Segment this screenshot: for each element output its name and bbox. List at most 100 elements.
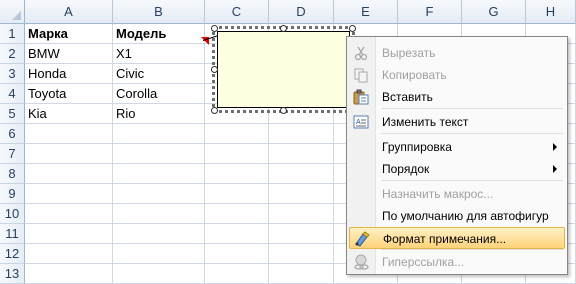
grid-cell[interactable] (113, 184, 205, 204)
cell-a1[interactable]: Марка (25, 24, 113, 44)
row-header-4[interactable]: 4 (0, 84, 25, 104)
svg-text:A: A (356, 119, 361, 126)
menu-item-hyperlink[interactable]: Гиперссылка... (349, 251, 565, 273)
row-header-10[interactable]: 10 (0, 204, 25, 224)
grid-cell[interactable] (269, 184, 334, 204)
grid-cell[interactable] (113, 144, 205, 164)
grid-cell[interactable] (25, 244, 113, 264)
resize-handle-top-left[interactable] (211, 25, 218, 32)
row-header-8[interactable]: 8 (0, 164, 25, 184)
grid-cell[interactable] (205, 124, 269, 144)
row-header-13[interactable]: 13 (0, 264, 25, 284)
menu-item-order[interactable]: Порядок (349, 158, 565, 180)
grid-cell[interactable] (205, 184, 269, 204)
grid-cell[interactable] (113, 164, 205, 184)
grid-cell[interactable] (269, 244, 334, 264)
cell-b5[interactable]: Rio (113, 104, 205, 124)
column-header-b[interactable]: B (113, 0, 205, 24)
row-header-9[interactable]: 9 (0, 184, 25, 204)
grid-cell[interactable] (25, 224, 113, 244)
menu-item-label: Вставить (382, 90, 433, 104)
grid-cell[interactable] (113, 204, 205, 224)
row-header-2[interactable]: 2 (0, 44, 25, 64)
grid-cell[interactable] (205, 264, 269, 284)
format-comment-icon (354, 231, 370, 247)
menu-item-paste[interactable]: Вставить (349, 86, 565, 108)
menu-separator (381, 249, 563, 250)
row-header-1[interactable]: 1 (0, 24, 25, 44)
row-header-3[interactable]: 3 (0, 64, 25, 84)
cell-b4[interactable]: Corolla (113, 84, 205, 104)
grid-cell[interactable] (269, 164, 334, 184)
resize-handle-bottom[interactable] (280, 107, 287, 114)
grid-cell[interactable] (25, 264, 113, 284)
grid-cell[interactable] (269, 224, 334, 244)
resize-handle-bottom-left[interactable] (211, 107, 218, 114)
menu-item-label: Порядок (382, 162, 430, 176)
menu-item-assign-macro[interactable]: Назначить макрос... (349, 183, 565, 205)
paste-icon (353, 89, 369, 105)
menu-item-grouping[interactable]: Группировка (349, 136, 565, 158)
submenu-arrow-icon (553, 165, 557, 173)
row-header-12[interactable]: 12 (0, 244, 25, 264)
menu-item-cut[interactable]: Вырезать (349, 42, 565, 64)
grid-cell[interactable] (205, 204, 269, 224)
cell-a2[interactable]: BMW (25, 44, 113, 64)
menu-item-label: Группировка (382, 140, 452, 154)
grid-cell[interactable] (269, 264, 334, 284)
comment-box[interactable] (217, 31, 350, 108)
hyperlink-icon (353, 254, 369, 270)
column-header-g[interactable]: G (462, 0, 526, 24)
menu-item-copy[interactable]: Копировать (349, 64, 565, 86)
menu-item-edit-text[interactable]: A Изменить текст (349, 111, 565, 133)
cell-a4[interactable]: Toyota (25, 84, 113, 104)
copy-icon (353, 67, 369, 83)
row-header-5[interactable]: 5 (0, 104, 25, 124)
row-header-11[interactable]: 11 (0, 224, 25, 244)
grid-cell[interactable] (113, 124, 205, 144)
menu-item-format-comment[interactable]: Формат примечания... (349, 227, 565, 249)
grid-cell[interactable] (205, 144, 269, 164)
resize-handle-top-right[interactable] (349, 25, 356, 32)
row-header-6[interactable]: 6 (0, 124, 25, 144)
grid-cell[interactable] (25, 164, 113, 184)
cell-b2[interactable]: X1 (113, 44, 205, 64)
grid-cell[interactable] (269, 204, 334, 224)
cell-b1[interactable]: Модель (113, 24, 205, 44)
cell-a3[interactable]: Honda (25, 64, 113, 84)
context-menu: Вырезать Копировать Вставить A Изменить … (346, 36, 568, 275)
column-header-c[interactable]: C (205, 0, 269, 24)
cell-a5[interactable]: Kia (25, 104, 113, 124)
grid-cell[interactable] (269, 124, 334, 144)
menu-item-label: По умолчанию для автофигур (382, 209, 549, 223)
select-all-corner[interactable] (0, 0, 25, 24)
cell-b3[interactable]: Civic (113, 64, 205, 84)
menu-item-label: Гиперссылка... (382, 255, 465, 269)
column-header-a[interactable]: A (25, 0, 113, 24)
grid-cell[interactable] (205, 224, 269, 244)
menu-separator (381, 180, 563, 181)
grid-cell[interactable] (25, 124, 113, 144)
menu-separator (381, 108, 563, 109)
menu-item-label: Изменить текст (382, 115, 469, 129)
column-header-h[interactable]: H (526, 0, 576, 24)
grid-cell[interactable] (25, 204, 113, 224)
grid-cell[interactable] (269, 144, 334, 164)
menu-item-label: Копировать (382, 68, 447, 82)
column-header-d[interactable]: D (269, 0, 334, 24)
row-header-7[interactable]: 7 (0, 144, 25, 164)
resize-handle-top[interactable] (280, 25, 287, 32)
grid-cell[interactable] (113, 264, 205, 284)
grid-cell[interactable] (25, 184, 113, 204)
grid-cell[interactable] (113, 244, 205, 264)
grid-cell[interactable] (25, 144, 113, 164)
grid-cell[interactable] (113, 224, 205, 244)
column-header-f[interactable]: F (398, 0, 462, 24)
menu-separator (381, 133, 563, 134)
column-header-e[interactable]: E (334, 0, 398, 24)
grid-cell[interactable] (205, 244, 269, 264)
menu-item-set-autoshape-defaults[interactable]: По умолчанию для автофигур (349, 205, 565, 227)
resize-handle-left[interactable] (211, 66, 218, 73)
menu-item-label: Формат примечания... (383, 232, 507, 246)
grid-cell[interactable] (205, 164, 269, 184)
